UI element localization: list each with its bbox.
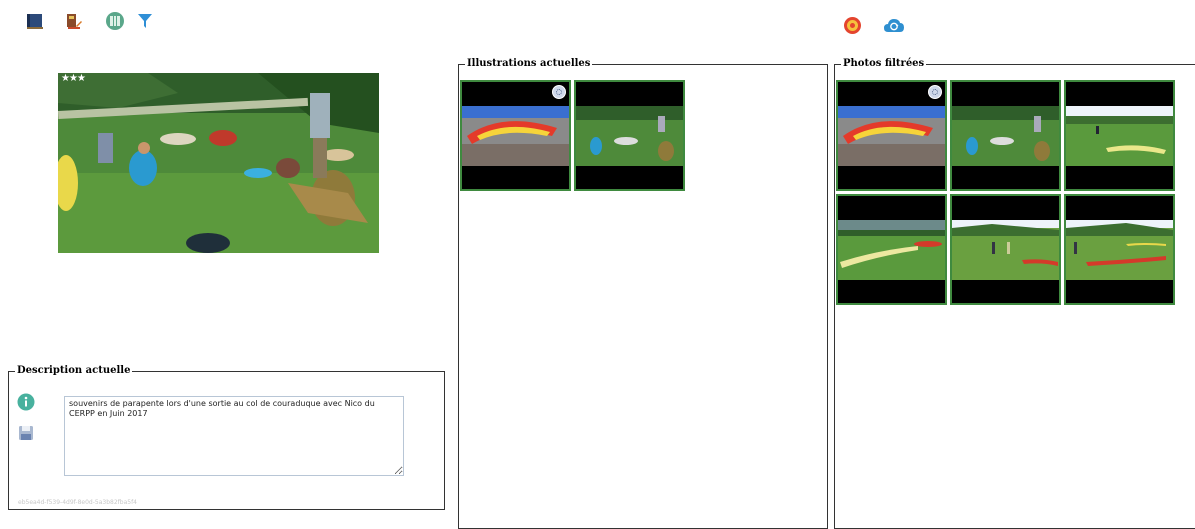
description-textarea[interactable]: souvenirs de parapente lors d'une sortie…	[64, 396, 404, 476]
photo-thumbnail[interactable]	[574, 80, 685, 191]
thumbnail-image	[1066, 106, 1173, 166]
settings-badge-icon[interactable]	[928, 85, 942, 99]
photo-thumbnail[interactable]	[950, 80, 1061, 191]
star-icon[interactable]: ★	[77, 73, 86, 84]
thumbnail-image	[952, 106, 1059, 166]
settings-badge-icon[interactable]	[552, 85, 566, 99]
info-icon[interactable]	[17, 393, 35, 411]
target-icon[interactable]	[843, 16, 862, 35]
thumbnail-image	[952, 220, 1059, 280]
photo-thumbnail[interactable]	[836, 80, 947, 191]
thumbnail-image	[838, 106, 945, 166]
photo-thumbnail[interactable]	[836, 194, 947, 305]
edit-book-icon[interactable]	[65, 12, 83, 30]
photo-thumbnail[interactable]	[460, 80, 571, 191]
save-icon[interactable]	[18, 425, 34, 441]
description-hash: eb5ea4d-f539-4d9f-8e0d-5a3b82fba5f4	[18, 499, 137, 506]
photo-thumbnail[interactable]	[950, 194, 1061, 305]
grid-icon[interactable]	[105, 11, 125, 31]
star-icon[interactable]: ★	[69, 73, 78, 84]
star-icon[interactable]: ★	[61, 73, 70, 84]
photos-legend: Photos filtrées	[843, 58, 925, 69]
thumbnail-image	[838, 220, 945, 280]
photo-thumbnail[interactable]	[1064, 194, 1175, 305]
filter-icon[interactable]	[137, 13, 153, 29]
illustrations-legend: Illustrations actuelles	[467, 58, 591, 69]
book-icon[interactable]	[26, 13, 44, 30]
main-photo[interactable]: ★★★	[58, 73, 379, 253]
thumbnail-image	[462, 106, 569, 166]
main-photo-image	[58, 73, 379, 253]
thumbnail-image	[576, 106, 683, 166]
description-legend: Description actuelle	[17, 365, 131, 376]
rating-stars[interactable]: ★★★	[61, 73, 86, 84]
thumbnail-image	[1066, 220, 1173, 280]
cloud-sync-icon[interactable]	[883, 17, 905, 34]
photo-thumbnail[interactable]	[1064, 80, 1175, 191]
